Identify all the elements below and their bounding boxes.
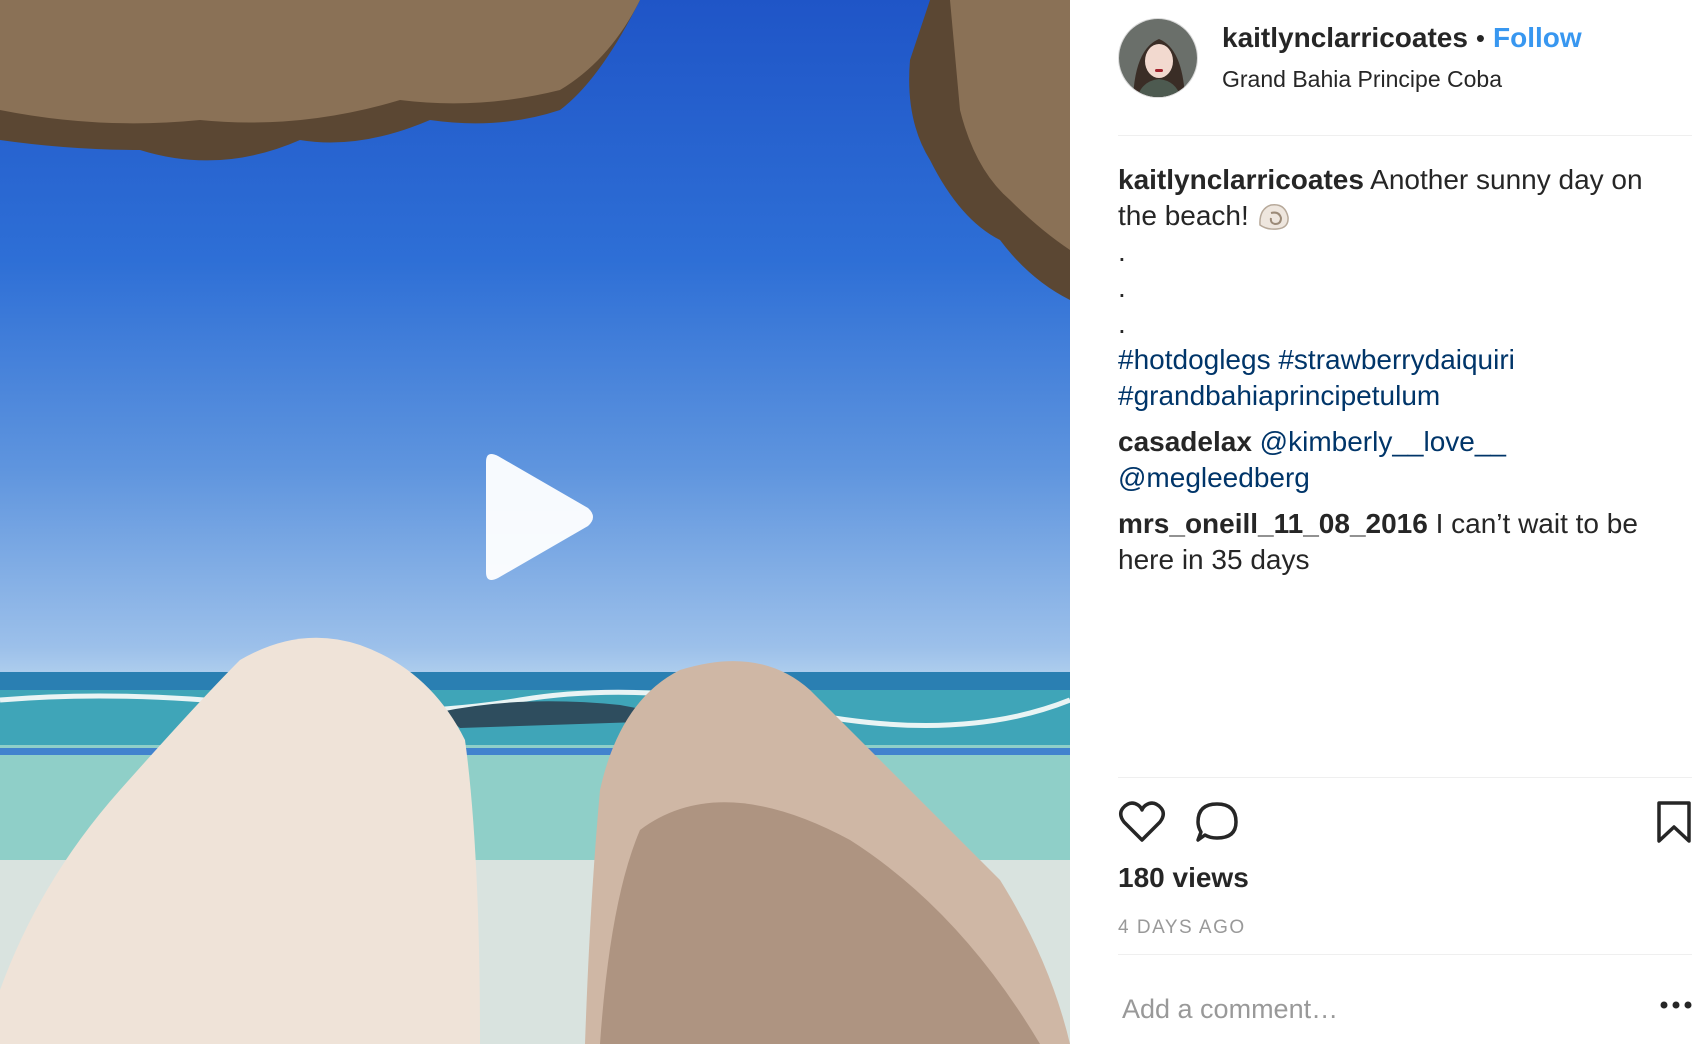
views-count[interactable]: 180 views [1118,862,1249,894]
post-header: kaitlynclarricoates • Follow Grand Bahia P… [1118,0,1692,136]
bookmark-icon[interactable] [1656,800,1692,844]
post-side-panel: kaitlynclarricoates • Follow Grand Bahia P… [1070,0,1708,1044]
instagram-post: kaitlynclarricoates • Follow Grand Bahia P… [0,0,1708,1044]
caption-dot: . [1118,236,1126,267]
divider [1118,777,1692,778]
mention-link[interactable]: @kimberly__love__ [1260,426,1506,457]
hashtag-link[interactable]: #hotdoglegs [1118,344,1271,375]
comment-username[interactable]: casadelax [1118,426,1252,457]
hashtag-link[interactable]: #grandbahiaprincipetulum [1118,380,1440,411]
action-bar [1118,800,1692,850]
separator-dot: • [1475,23,1486,53]
caption-dot: . [1118,308,1126,339]
add-comment-input[interactable] [1122,994,1622,1025]
post-timestamp[interactable]: 4 DAYS AGO [1118,917,1246,939]
header-username[interactable]: kaitlynclarricoates [1222,22,1468,53]
hashtag-link[interactable]: #strawberrydaiquiri [1278,344,1515,375]
caption-username[interactable]: kaitlynclarricoates [1118,164,1364,195]
caption-dot: . [1118,272,1126,303]
play-icon[interactable] [470,450,600,585]
heart-icon[interactable] [1118,800,1166,844]
location-link[interactable]: Grand Bahia Principe Coba [1222,66,1582,93]
mention-link[interactable]: @megleedberg [1118,462,1310,493]
comment-item: casadelax @kimberly__love__ @megleedberg [1118,424,1678,496]
caption: kaitlynclarricoates Another sunny day on… [1118,162,1678,414]
avatar[interactable] [1118,18,1198,98]
comment-username[interactable]: mrs_oneill_11_08_2016 [1118,508,1428,539]
spiral-shell-icon [1258,204,1289,230]
follow-button[interactable]: Follow [1493,22,1582,53]
divider [1118,954,1692,955]
comments-list: kaitlynclarricoates Another sunny day on… [1118,136,1678,776]
comment-item: mrs_oneill_11_08_2016 I can’t wait to be… [1118,506,1678,578]
post-video[interactable] [0,0,1070,1044]
more-options-icon[interactable] [1660,1000,1692,1010]
avatar-image [1119,19,1197,97]
comment-icon[interactable] [1194,800,1240,846]
